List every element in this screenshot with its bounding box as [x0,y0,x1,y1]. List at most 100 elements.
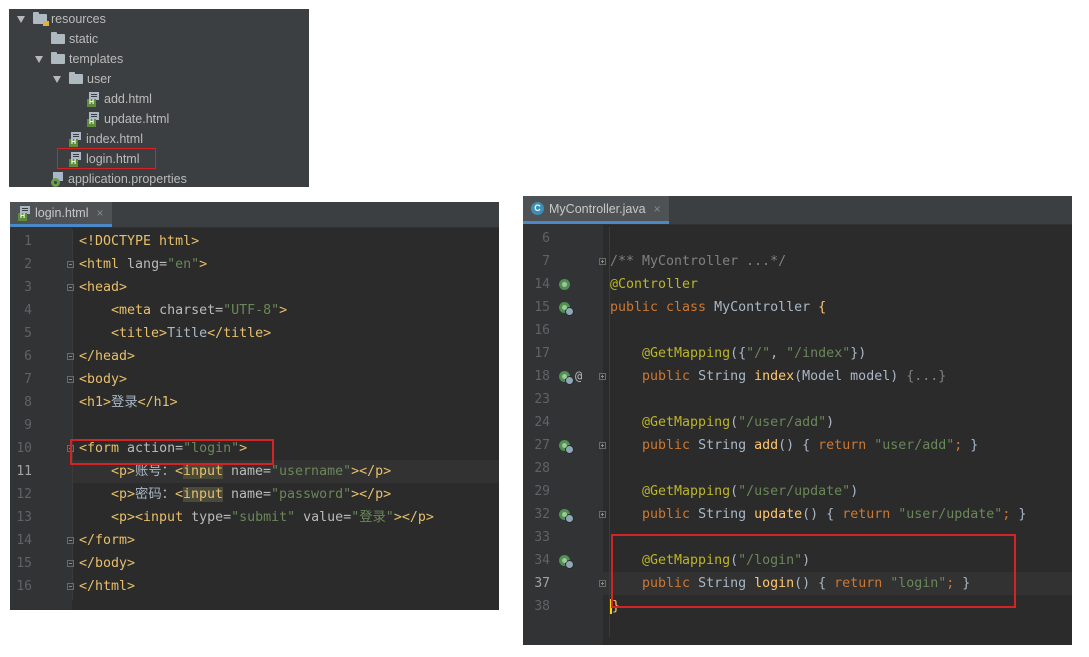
tree-item-update-html[interactable]: Hupdate.html [87,109,169,129]
spring-bean-icon[interactable] [559,555,574,569]
tree-item-index-html[interactable]: Hindex.html [69,129,143,149]
fold-marker-icon[interactable] [67,284,74,291]
code-line[interactable]: </html> [79,575,135,598]
tree-item-user[interactable]: user [53,69,111,89]
tab-mycontroller-java[interactable]: C MyController.java × [523,196,669,224]
fold-marker-icon[interactable] [67,261,74,268]
folder-icon [69,72,83,84]
code-token: "/index" [786,346,851,361]
tree-item-label: static [69,32,99,46]
fold-marker-icon[interactable] [67,537,74,544]
code-token: "UTF-8" [223,303,280,318]
code-token: <!DOCTYPE html> [79,234,200,249]
code-line[interactable]: <!DOCTYPE html> [79,230,199,253]
code-token: return [842,507,899,522]
html-file-icon: H [87,91,100,107]
code-line[interactable]: /** MyController ...*/ [610,250,786,273]
code-token: @GetMapping [610,346,731,361]
expand-arrow-icon[interactable] [53,75,61,83]
tree-item-add-html[interactable]: Hadd.html [87,89,152,109]
tree-item-application-properties[interactable]: application.properties [51,169,187,189]
spring-bean-icon[interactable] [559,279,570,290]
fold-marker-icon[interactable] [599,580,606,587]
code-line[interactable]: <head> [79,276,127,299]
line-number: 29 [534,484,550,499]
fold-marker-icon[interactable] [67,376,74,383]
code-line[interactable]: public String add() { return "user/add";… [610,434,978,457]
code-token: "user/update" [898,507,1003,522]
code-token: "user/add" [874,438,955,453]
code-token: String [698,507,755,522]
tree-item-resources[interactable]: resources [17,9,106,29]
fold-marker-icon[interactable] [599,442,606,449]
code-line[interactable]: @GetMapping("/user/update") [610,480,858,503]
expand-arrow-icon[interactable] [35,55,43,63]
code-token: <p> [79,464,136,479]
code-line[interactable]: <h1>登录</h1> [79,391,178,414]
close-tab-icon[interactable]: × [654,202,661,216]
expand-arrow-icon[interactable] [17,15,25,23]
code-line[interactable]: <meta charset="UTF-8"> [79,299,287,322]
code-token: } [970,438,979,453]
tree-item-static[interactable]: static [35,29,98,49]
spring-bean-icon[interactable] [559,509,574,523]
folder-icon [51,32,65,44]
fold-marker-icon[interactable] [67,353,74,360]
code-line[interactable]: <title>Title</title> [79,322,271,345]
code-line[interactable]: <html lang="en"> [79,253,207,276]
line-number: 1 [24,234,32,249]
code-line[interactable]: </head> [79,345,135,368]
code-token: ) [850,484,859,499]
code-token: () { [778,438,819,453]
spring-bean-icon[interactable] [559,302,574,316]
code-line[interactable]: @GetMapping("/user/add") [610,411,834,434]
code-token: < [174,464,183,479]
code-token: <p><input [79,510,192,525]
code-token: ></p> [393,510,434,525]
close-tab-icon[interactable]: × [97,206,104,220]
code-token: < [174,487,183,502]
code-line[interactable]: </form> [79,529,135,552]
code-line[interactable]: @GetMapping({"/", "/index"}) [610,342,866,365]
tree-item-templates[interactable]: templates [35,49,123,69]
code-token: </h1> [137,395,178,410]
fold-marker-icon[interactable] [599,511,606,518]
fold-marker-icon[interactable] [67,560,74,567]
tab-login-html[interactable]: H login.html × [10,202,112,227]
line-number: 12 [16,487,32,502]
login-mapping-highlight-box [611,534,1016,608]
project-tree: resources static templates user Hadd.html Hup… [9,9,309,187]
code-token: ( [730,484,739,499]
line-number: 14 [534,277,550,292]
fold-marker-icon[interactable] [67,583,74,590]
code-token: } [1018,507,1027,522]
code-line[interactable]: </body> [79,552,135,575]
code-token: input [182,464,223,479]
code-line[interactable]: public String update() { return "user/up… [610,503,1026,526]
line-number: 18 [534,369,550,384]
code-token: <head> [79,280,128,295]
code-token: "username" [271,464,352,479]
form-tag-highlight-box [70,439,274,465]
spring-bean-icon[interactable] [559,371,574,385]
html-editor[interactable]: H login.html × 1 <!DOCTYPE html> 2 <html la… [10,202,499,610]
resources-folder-icon [33,12,49,26]
code-token: /** MyController ...*/ [610,254,787,269]
code-line[interactable]: <body> [79,368,127,391]
code-token: <p> [79,487,136,502]
java-editor[interactable]: C MyController.java × 6 7 /** MyController… [523,196,1072,645]
code-line[interactable]: public class MyController { [610,296,826,319]
spring-bean-icon[interactable] [559,440,574,454]
code-token: @Controller [610,277,699,292]
code-line[interactable]: @Controller [610,273,698,296]
code-line[interactable]: <p><input type="submit" value="登录"></p> [79,506,434,529]
fold-marker-icon[interactable] [599,258,606,265]
line-number: 8 [24,395,32,410]
code-line[interactable]: <p>密码：<input name="password"></p> [79,483,391,506]
code-line[interactable]: public String index(Model model) {...} [610,365,946,388]
code-token: <meta [79,303,160,318]
tree-item-label: resources [51,12,106,26]
override-at-icon[interactable]: @ [575,369,582,383]
code-token: </html> [79,579,136,594]
fold-marker-icon[interactable] [599,373,606,380]
